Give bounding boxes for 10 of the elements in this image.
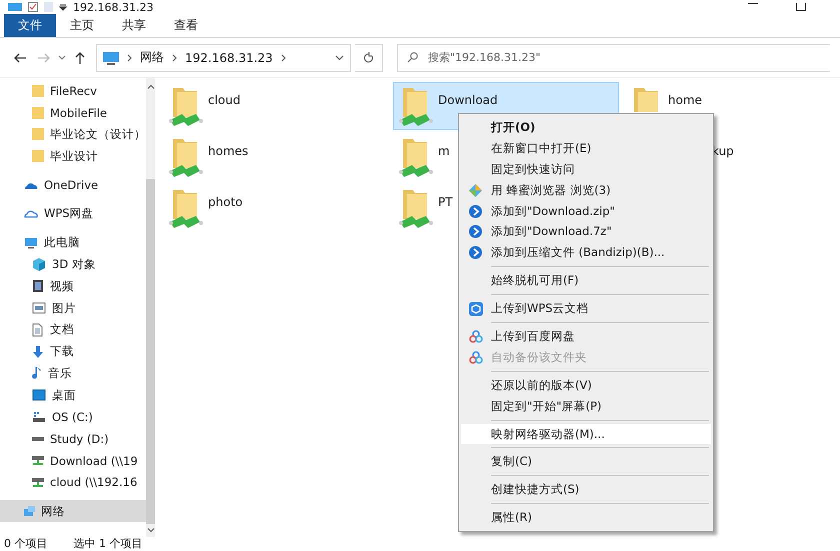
folder-name: home (668, 92, 702, 107)
folder-name: Download (438, 92, 498, 107)
folder-name: cloud (208, 92, 240, 107)
folder-name: PT (438, 194, 453, 209)
item-count: 0 个项目 (4, 537, 48, 551)
folder-name: photo (208, 194, 243, 209)
folder-name: m (438, 143, 450, 158)
selection-count: 选中 1 个项目 (74, 537, 142, 551)
window-title: 192.168.31.23 (73, 0, 154, 14)
folder-name: homes (208, 143, 248, 158)
